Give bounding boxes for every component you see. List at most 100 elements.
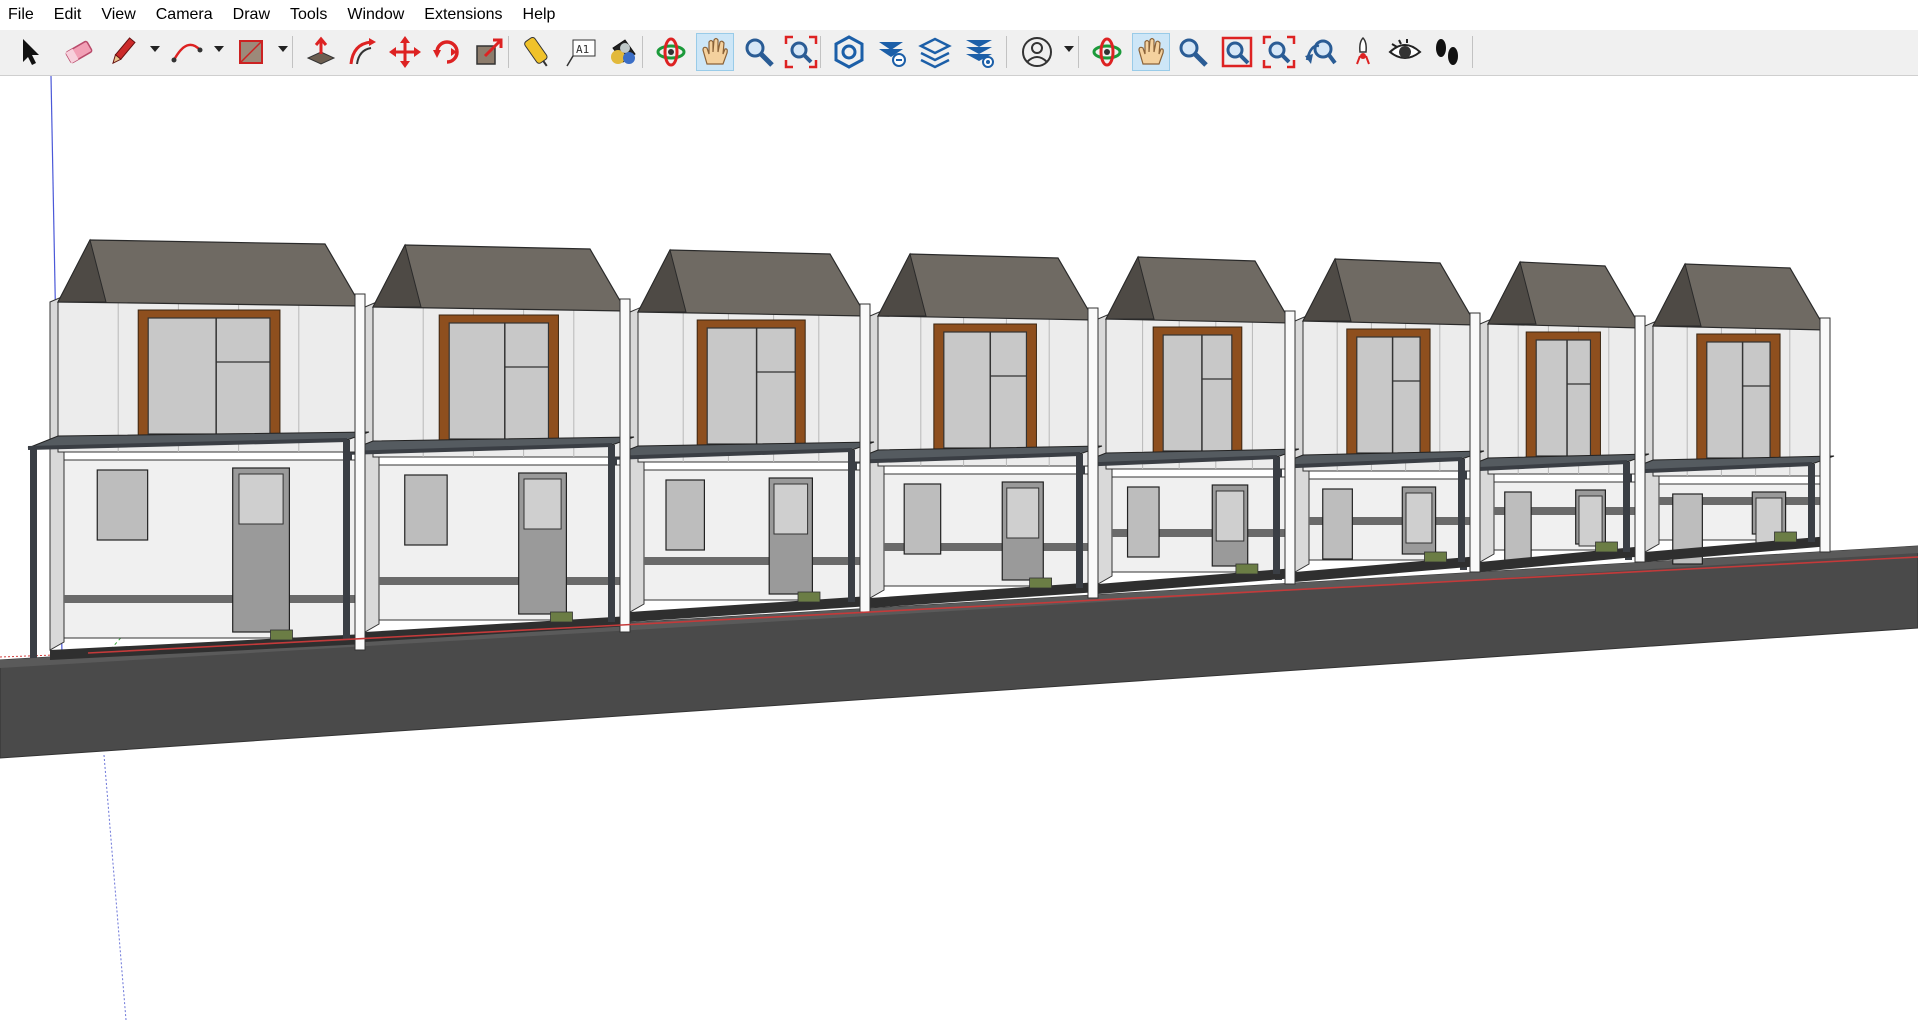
menu-window[interactable]: Window [337,0,414,30]
rectangle-tool[interactable] [232,33,270,71]
pencil-icon [112,37,136,65]
lower-window [404,474,448,546]
line-tool[interactable] [104,33,142,71]
paint-bucket-icon [611,39,636,64]
party-wall-pier [859,303,871,613]
lower-window [96,469,149,541]
house-unit [847,252,1103,608]
push-pull-tool[interactable] [302,33,340,71]
menu-view[interactable]: View [91,0,145,30]
menu-extensions[interactable]: Extensions [414,0,512,30]
position-camera-tool[interactable] [1344,33,1382,71]
walk-tool[interactable] [1428,33,1466,71]
chevron-down-icon[interactable] [150,46,160,52]
door-glass [523,478,562,530]
zoom-extents-icon [784,35,818,69]
wall-band [644,557,860,565]
zoom-extents-tool[interactable] [782,33,820,71]
scale-tool[interactable] [470,33,508,71]
look-around-tool[interactable] [1386,33,1424,71]
party-wall-pier [1469,312,1481,573]
tape-measure-tool[interactable] [518,33,556,71]
house-unit [1075,255,1300,594]
eraser-tool[interactable] [60,33,98,71]
offset-tool[interactable] [344,33,382,71]
toolbar-separator [508,36,509,68]
rotate-icon [433,40,459,64]
select-tool[interactable] [12,33,50,71]
blue-axis-dotted [103,754,127,1021]
3d-warehouse-button[interactable] [830,33,868,71]
zoom-window-icon [1221,36,1253,68]
upper-window-glass [943,331,1028,449]
menu-edit[interactable]: Edit [44,0,92,30]
magnifier-icon [1179,38,1208,67]
zoom-window-tool[interactable] [1218,33,1256,71]
menu-camera[interactable]: Camera [146,0,223,30]
chevron-down-icon[interactable] [278,46,288,52]
menu-file[interactable]: File [0,0,44,30]
party-wall-pier [1634,315,1646,563]
extension-warehouse-button[interactable] [872,33,910,71]
steel-column [1273,457,1280,574]
rotate-tool[interactable] [428,33,466,71]
toolbar-separator [1078,36,1079,68]
upper-window-glass [147,317,271,435]
arc-icon [171,43,203,63]
lower-window [1504,491,1532,563]
footprints-icon [1436,39,1458,65]
menu-tools[interactable]: Tools [280,0,337,30]
zoom-extents-tool-2[interactable] [1260,33,1298,71]
house-unit [607,248,875,622]
door-glass [1006,487,1040,539]
house-unit [1272,257,1485,582]
layout-send-icon [918,37,952,69]
extension-manager-button[interactable] [960,33,998,71]
chevron-down-icon[interactable] [1064,46,1074,52]
grass-planter [1424,551,1447,563]
toolbar-separator [820,36,821,68]
previous-view-tool[interactable] [1302,33,1340,71]
grass-planter [550,611,573,623]
house-unit [342,243,635,642]
grass-planter [797,591,821,603]
door-glass [1405,492,1433,544]
arrow-cursor-icon [23,39,39,65]
lower-window [903,483,942,555]
zoom-tool[interactable] [740,33,778,71]
text-tool[interactable]: A1 [562,33,600,71]
pan-tool-2[interactable] [1132,33,1170,71]
menu-draw[interactable]: Draw [223,0,280,30]
orbit-icon [656,37,686,67]
chevron-down-icon[interactable] [214,46,224,52]
steel-column [608,445,615,622]
orbit-tool[interactable] [652,33,690,71]
paint-bucket-tool[interactable] [604,33,642,71]
layout-send-button[interactable] [916,33,954,71]
lower-window [665,479,706,551]
account-button[interactable] [1018,33,1056,71]
pan-hand-icon [702,37,728,65]
orbit-icon [1092,37,1122,67]
text-icon: A1 [566,39,596,67]
zoom-tool-2[interactable] [1174,33,1212,71]
party-wall-pier [1087,307,1099,599]
menu-help[interactable]: Help [513,0,566,30]
arc-tool[interactable] [168,33,206,71]
steel-column [1458,459,1465,562]
pan-hand-icon [1138,37,1164,65]
scale-icon [476,38,503,65]
orbit-tool-2[interactable] [1088,33,1126,71]
toolbar: A1 [0,30,1918,76]
move-icon [389,36,421,68]
upper-window-glass [1706,341,1771,459]
upper-window-glass [448,322,550,440]
model-viewport[interactable] [0,76,1918,1026]
move-tool[interactable] [386,33,424,71]
push-pull-icon [306,36,336,65]
pan-tool[interactable] [696,33,734,71]
door-glass [773,483,809,535]
user-account-icon [1022,37,1052,67]
upper-window-glass [706,327,796,445]
eraser-icon [65,40,93,64]
